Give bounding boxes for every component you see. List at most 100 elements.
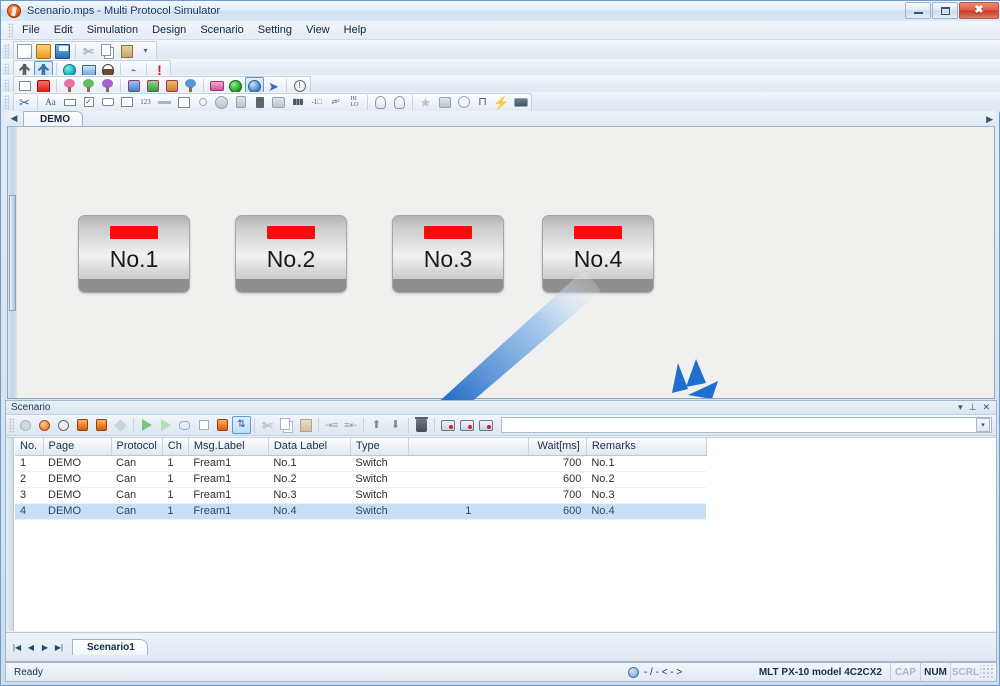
numeric-button[interactable]: 123 — [136, 93, 155, 111]
paste-button[interactable] — [117, 42, 136, 60]
scenario-grid[interactable]: No. Page Protocol Ch Msg.Label Data Labe… — [6, 437, 996, 631]
switch-widget-2[interactable]: No.2 — [235, 215, 347, 293]
combo-arrow-icon[interactable]: ▾ — [976, 418, 990, 432]
column-header-msg-label[interactable]: Msg.Label — [188, 438, 269, 456]
listbox-button[interactable] — [117, 93, 136, 111]
new-file-button[interactable] — [15, 42, 34, 60]
canvas-scrollbar-thumb[interactable] — [9, 195, 16, 311]
play-step-button[interactable] — [156, 416, 175, 434]
monitor-rec-2-button[interactable] — [457, 416, 476, 434]
download-button[interactable] — [92, 416, 111, 434]
switch-widget-1[interactable]: No.1 — [78, 215, 190, 293]
switch-widget-4[interactable]: No.4 — [542, 215, 654, 293]
column-header-remarks[interactable]: Remarks — [586, 438, 707, 456]
document-tab-demo[interactable]: DEMO — [23, 111, 83, 126]
last-sheet-button[interactable]: ▶| — [52, 640, 66, 654]
menu-item-file[interactable]: File — [15, 22, 47, 38]
minimize-button[interactable] — [905, 2, 931, 19]
table-row[interactable]: 2 DEMO Can 1 Fream1 No.2 Switch 600 No.2 — [15, 471, 707, 488]
close-icon[interactable]: ✕ — [982, 402, 990, 413]
waveform-button[interactable] — [511, 93, 530, 111]
open-file-button[interactable] — [34, 42, 53, 60]
slider-button[interactable] — [155, 93, 174, 111]
shield-2-button[interactable] — [390, 93, 409, 111]
first-sheet-button[interactable]: |◀ — [10, 640, 24, 654]
column-header-page[interactable]: Page — [43, 438, 112, 456]
menu-item-simulation[interactable]: Simulation — [80, 22, 145, 38]
pin-icon[interactable]: ⊥ — [969, 402, 977, 413]
favorite-button[interactable]: ★ — [416, 93, 435, 111]
canvas-surface[interactable]: No.1 No.2 No.3 No.4 — [18, 127, 994, 398]
bolt-button[interactable]: ⚡ — [492, 93, 511, 111]
outdent-button[interactable]: ≡⇤ — [341, 416, 360, 434]
loop-button[interactable] — [175, 416, 194, 434]
radio-button[interactable] — [193, 93, 212, 111]
record-orange-button[interactable] — [35, 416, 54, 434]
copy-button[interactable] — [277, 416, 296, 434]
checkbox-button[interactable]: ✓ — [79, 93, 98, 111]
swap-button[interactable]: ⇄² — [326, 93, 345, 111]
stop-circle-button[interactable] — [54, 416, 73, 434]
column-header-wait[interactable]: Wait[ms] — [528, 438, 587, 456]
textbox-button[interactable] — [60, 93, 79, 111]
bitfield-button[interactable]: -1□ — [307, 93, 326, 111]
indent-button[interactable]: ⇥≡ — [322, 416, 341, 434]
dropdown-icon[interactable]: ▾ — [958, 402, 963, 413]
delete-row-button[interactable] — [412, 416, 431, 434]
switch-widget-3[interactable]: No.3 — [392, 215, 504, 293]
calendar-button[interactable] — [174, 93, 193, 111]
column-header-data-label[interactable]: Data Label — [268, 438, 351, 456]
insert-row-button[interactable]: ⇅ — [232, 416, 251, 434]
menu-item-design[interactable]: Design — [145, 22, 193, 38]
clock-button[interactable] — [454, 93, 473, 111]
export-button[interactable] — [435, 93, 454, 111]
move-up-button[interactable]: ⬆ — [367, 416, 386, 434]
column-header-type[interactable]: Type — [350, 438, 409, 456]
monitor-rec-1-button[interactable] — [438, 416, 457, 434]
upload-button[interactable] — [73, 416, 92, 434]
menu-item-edit[interactable]: Edit — [47, 22, 80, 38]
play-button[interactable] — [137, 416, 156, 434]
select-tool-button[interactable]: ✂ — [15, 93, 34, 111]
record-gray-button[interactable] — [16, 416, 35, 434]
button-widget-button[interactable] — [98, 93, 117, 111]
column-header-count[interactable] — [408, 438, 529, 456]
gauge-button[interactable] — [212, 93, 231, 111]
hi-lo-button[interactable]: HI LO — [345, 93, 364, 111]
copy-button[interactable] — [98, 42, 117, 60]
meter-button[interactable] — [231, 93, 250, 111]
diamond-button[interactable] — [111, 416, 130, 434]
canvas-vertical-scrollbar[interactable] — [8, 127, 17, 398]
save-file-button[interactable] — [53, 42, 72, 60]
maximize-button[interactable] — [932, 2, 958, 19]
grid-widget-button[interactable] — [269, 93, 288, 111]
close-button[interactable]: ✖ — [959, 2, 999, 19]
sheet-tab-scenario1[interactable]: Scenario1 — [72, 639, 148, 655]
toolbar-overflow-button[interactable]: ▾ — [136, 42, 155, 60]
pulse-button[interactable]: ⊓ — [473, 93, 492, 111]
prev-sheet-button[interactable]: ◀ — [24, 640, 38, 654]
scenario-combo-box[interactable]: ▾ — [501, 417, 992, 433]
cut-button[interactable]: ✄ — [79, 42, 98, 60]
barcode-button[interactable]: ▮▮▮ — [288, 93, 307, 111]
menu-item-scenario[interactable]: Scenario — [193, 22, 250, 38]
save-scenario-button[interactable] — [213, 416, 232, 434]
resize-grip[interactable] — [980, 665, 994, 679]
column-header-no[interactable]: No. — [15, 438, 44, 456]
move-down-button[interactable]: ⬇ — [386, 416, 405, 434]
monitor-rec-3-button[interactable] — [476, 416, 495, 434]
table-row[interactable]: 3 DEMO Can 1 Fream1 No.3 Switch 700 No.3 — [15, 487, 707, 504]
tab-scroll-right-button[interactable]: ▶ — [986, 114, 993, 125]
design-canvas[interactable]: No.1 No.2 No.3 No.4 — [7, 127, 995, 399]
lock-button[interactable] — [250, 93, 269, 111]
table-row[interactable]: 1 DEMO Can 1 Fream1 No.1 Switch 700 No.1 — [15, 455, 707, 472]
stop-button[interactable] — [194, 416, 213, 434]
table-row-selected[interactable]: 4 DEMO Can 1 Fream1 No.4 Switch 1 600 No… — [15, 503, 707, 520]
shield-1-button[interactable] — [371, 93, 390, 111]
menu-item-view[interactable]: View — [299, 22, 337, 38]
cut-button[interactable]: ✄ — [258, 416, 277, 434]
column-header-protocol[interactable]: Protocol — [111, 438, 163, 456]
menu-item-setting[interactable]: Setting — [251, 22, 299, 38]
next-sheet-button[interactable]: ▶ — [38, 640, 52, 654]
column-header-ch[interactable]: Ch — [162, 438, 189, 456]
